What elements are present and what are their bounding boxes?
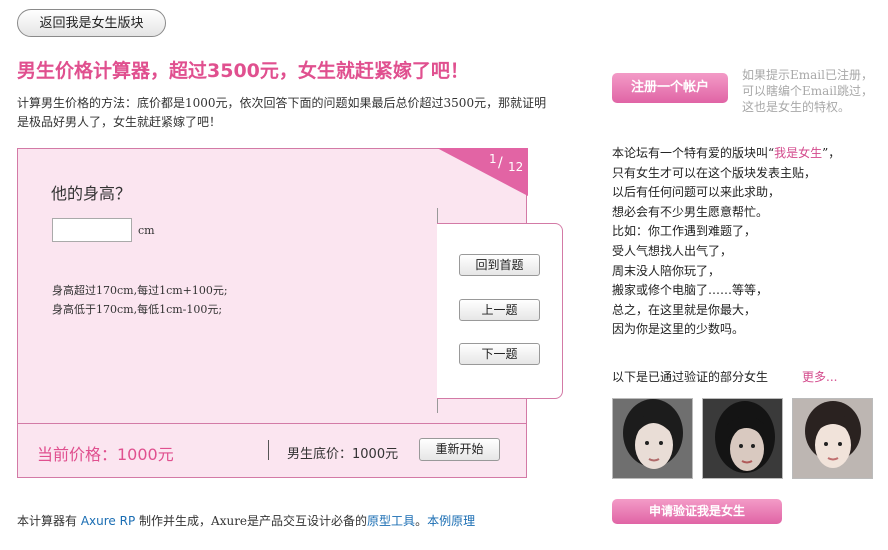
page-title: 男生价格计算器，超过3500元，女生就赶紧嫁了吧！ xyxy=(17,60,469,82)
footer-period: 。 xyxy=(415,514,428,528)
desc-line: 总之，在这里就是你最大， xyxy=(612,302,757,317)
page-current: 1 xyxy=(489,152,497,166)
rule-line: 身高低于170cm,每低1cm-100元; xyxy=(52,303,223,316)
more-link[interactable]: 更多... xyxy=(802,368,837,385)
desc-line: 周末没人陪你玩了， xyxy=(612,263,721,278)
desc-line: 因为你是这里的少数吗。 xyxy=(612,322,745,337)
register-button[interactable]: 注册一个帐户 xyxy=(612,73,728,103)
height-input[interactable] xyxy=(52,218,132,242)
rule-line: 身高超过170cm,每过1cm+100元; xyxy=(52,284,228,297)
desc-lead: 本论坛有一个特有爱的版块叫“ xyxy=(612,146,775,160)
restart-button[interactable]: 重新开始 xyxy=(419,438,500,461)
current-price: 当前价格：1000元 xyxy=(37,445,174,464)
desc-close: ”， xyxy=(822,146,841,160)
desc-line: 比如：你工作遇到难题了， xyxy=(612,224,757,239)
footer-text: 本计算器有 Axure RP 制作并生成，Axure是产品交互设计必备的原型工具… xyxy=(17,512,475,529)
member-photo[interactable] xyxy=(612,398,693,479)
page-total: 12 xyxy=(508,160,524,174)
card-divider xyxy=(17,423,527,424)
back-to-board-button[interactable]: 返回我是女生版块 xyxy=(17,9,166,37)
board-description: 本论坛有一个特有爱的版块叫“我是女生”， 只有女生才可以在这个版块发表主贴， 以… xyxy=(612,144,882,340)
desc-line: 以后有任何问题可以来此求助， xyxy=(612,185,781,200)
page-separator: / xyxy=(498,155,503,171)
member-photo[interactable] xyxy=(792,398,873,479)
portrait-image xyxy=(793,399,872,478)
next-question-button[interactable]: 下一题 xyxy=(459,343,540,365)
desc-line: 只有女生才可以在这个版块发表主贴， xyxy=(612,165,817,180)
footer-prefix: 本计算器有 xyxy=(17,514,78,528)
footer-middle: 制作并生成，Axure是产品交互设计必备的 xyxy=(139,514,368,528)
unit-label: cm xyxy=(138,224,155,237)
register-hint: 如果提示Email已注册，可以瞎编个Email跳过，这也是女生的特权。 xyxy=(742,68,873,114)
intro-text: 计算男生价格的方法：底价都是1000元，依次回答下面的问题如果最后总价超过350… xyxy=(17,96,547,129)
principle-link[interactable]: 本例原理 xyxy=(427,514,475,528)
desc-line: 想必会有不少男生愿意帮忙。 xyxy=(612,204,769,219)
verified-label: 以下是已通过验证的部分女生 xyxy=(612,370,769,384)
desc-line: 搬家或修个电脑了……等等， xyxy=(612,283,769,298)
board-name: 我是女生 xyxy=(774,146,823,160)
question-text: 他的身高？ xyxy=(51,184,132,203)
member-photo[interactable] xyxy=(702,398,783,479)
prototype-tool-link[interactable]: 原型工具 xyxy=(367,514,415,528)
portrait-image xyxy=(703,399,782,478)
base-price: 男生底价：1000元 xyxy=(287,447,399,462)
first-question-button[interactable]: 回到首题 xyxy=(459,254,540,276)
desc-line: 受人气想找人出气了， xyxy=(612,243,733,258)
axure-link[interactable]: Axure RP xyxy=(81,514,135,528)
previous-question-button[interactable]: 上一题 xyxy=(459,299,540,321)
price-divider xyxy=(268,440,269,460)
apply-verification-button[interactable]: 申请验证我是女生 xyxy=(612,499,782,524)
portrait-image xyxy=(613,399,692,478)
